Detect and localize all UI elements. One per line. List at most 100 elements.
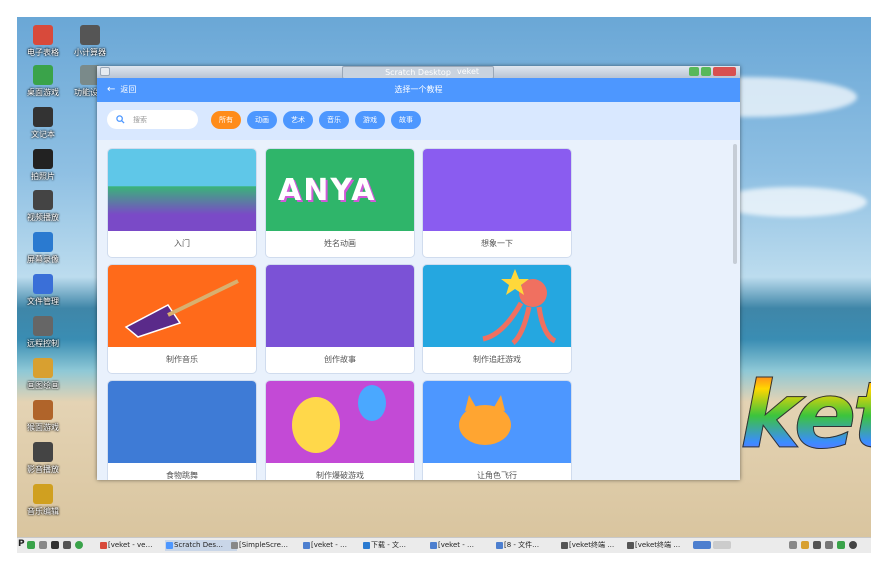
desktop-icon[interactable]: 影音播放 [17, 442, 70, 475]
tray-icon[interactable] [837, 541, 845, 549]
remote-control-icon [33, 316, 53, 336]
filter-tag[interactable]: 音乐 [319, 111, 349, 129]
window-icon [100, 542, 107, 549]
desktop-icon-label: 影音播放 [27, 465, 59, 474]
workspace-switcher[interactable] [713, 541, 731, 549]
tutorial-card[interactable]: 制作音乐 [107, 264, 257, 374]
launcher-icon[interactable] [51, 541, 59, 549]
window-icon [430, 542, 437, 549]
filter-tag[interactable]: 故事 [391, 111, 421, 129]
start-button[interactable]: P [18, 539, 25, 549]
filter-tag[interactable]: 艺术 [283, 111, 313, 129]
volume-icon[interactable] [825, 541, 833, 549]
tutorial-card[interactable]: 想象一下 [422, 148, 572, 258]
tutorial-title: 入门 [174, 238, 190, 248]
clock-icon[interactable] [849, 541, 857, 549]
app-header: ← 返回 选择一个教程 [97, 78, 740, 102]
search-icon [116, 115, 125, 124]
octopus-icon [482, 269, 557, 345]
page-title: 选择一个教程 [394, 85, 443, 94]
tutorial-thumbnail [423, 265, 571, 347]
taskbar-task[interactable]: [8 - 文件… [495, 540, 567, 551]
tutorial-card[interactable]: 制作爆破游戏 [265, 380, 415, 480]
desktop-icon[interactable]: 屏幕录像 [17, 232, 70, 265]
launcher-icon[interactable] [39, 541, 47, 549]
tutorial-title: 食物跳舞 [166, 470, 198, 480]
scrollbar-thumb[interactable] [733, 144, 737, 264]
taskbar-task[interactable]: [SimpleScre… [230, 540, 309, 551]
tutorial-card[interactable]: ANYA 姓名动画 [265, 148, 415, 258]
window-icon [231, 542, 238, 549]
tutorial-title: 让角色飞行 [477, 470, 517, 480]
battery-icon[interactable] [801, 541, 809, 549]
maximize-icon[interactable] [701, 67, 711, 76]
launcher-icon[interactable] [27, 541, 35, 549]
tutorial-title: 创作故事 [324, 354, 356, 364]
window-icon [166, 542, 173, 549]
music-editor-icon [33, 484, 53, 504]
taskbar-task-label: [veket终端 … [635, 541, 681, 549]
desktop-icon[interactable]: 文记本 [17, 107, 70, 140]
scrollbar[interactable] [733, 144, 737, 474]
filter-tag[interactable]: 动画 [247, 111, 277, 129]
taskbar-task-label: [veket - … [438, 541, 475, 549]
filter-tag[interactable]: 所有 [211, 111, 241, 129]
tutorial-card[interactable]: 制作追赶游戏 [422, 264, 572, 374]
launcher-icon[interactable] [63, 541, 71, 549]
video-player-icon [33, 190, 53, 210]
tutorial-title: 想象一下 [481, 238, 513, 248]
guitar-icon [124, 279, 239, 338]
tutorial-card[interactable]: 入门 [107, 148, 257, 258]
window-icon [363, 542, 370, 549]
media-player-icon [33, 442, 53, 462]
tutorial-title: 制作追赶游戏 [473, 354, 521, 364]
spreadsheet-icon [33, 25, 53, 45]
desktop-icon-label: 拍照片 [31, 172, 55, 181]
window-menu-icon[interactable] [100, 67, 110, 76]
taskbar-task-label: 下载 - 文… [371, 541, 406, 549]
monkey-icon [33, 400, 53, 420]
taskbar-task[interactable]: [veket - … [429, 540, 502, 551]
taskbar-task[interactable]: [veket - ve… [99, 540, 172, 551]
window-titlebar[interactable]: Scratch Desktop veket [97, 66, 740, 79]
desktop-icon-label: 视频播放 [27, 213, 59, 222]
notebook-icon [33, 107, 53, 127]
tutorial-thumbnail [423, 149, 571, 231]
tutorial-thumbnail [108, 149, 256, 231]
tutorial-card[interactable]: 食物跳舞 [107, 380, 257, 480]
desktop-icon[interactable]: 文件管理 [17, 274, 70, 307]
minimize-icon[interactable] [689, 67, 699, 76]
tutorial-title: 姓名动画 [324, 238, 356, 248]
desktop-icon-label: 音乐编辑 [27, 507, 59, 516]
tutorial-card[interactable]: 让角色飞行 [422, 380, 572, 480]
taskbar-task[interactable]: [veket终端 … [560, 540, 633, 551]
taskbar-task[interactable]: [veket终端 … [626, 540, 697, 551]
launcher-icon[interactable] [75, 541, 83, 549]
window-icon [496, 542, 503, 549]
taskbar-task[interactable]: [veket - … [302, 540, 369, 551]
window-title-right: veket [457, 67, 480, 76]
desktop-icon[interactable]: 小计算器 [63, 25, 117, 58]
taskbar-task-label: [veket - ve… [108, 541, 153, 549]
taskbar-task[interactable]: Scratch Des… [165, 540, 237, 551]
desktop-icon[interactable]: 画图绘画 [17, 358, 70, 391]
search-placeholder: 搜索 [133, 115, 147, 124]
desktop-icon[interactable]: 视频播放 [17, 190, 70, 223]
taskbar-task[interactable]: 下载 - 文… [362, 540, 436, 551]
desktop-icon-label: 猴面游戏 [27, 423, 59, 432]
filter-tag[interactable]: 游戏 [355, 111, 385, 129]
tray-icon[interactable] [789, 541, 797, 549]
workspace-switcher[interactable] [693, 541, 711, 549]
desktop-icon[interactable]: 猴面游戏 [17, 400, 70, 433]
network-icon[interactable] [813, 541, 821, 549]
anya-letters: ANYA [278, 173, 377, 208]
search-input[interactable]: 搜索 [107, 110, 198, 129]
desktop-icon[interactable]: 拍照片 [17, 149, 70, 182]
desktop-icon-label: 文件管理 [27, 297, 59, 306]
tutorial-title: 制作爆破游戏 [316, 470, 364, 480]
scratch-window: Scratch Desktop veket ← 返回 选择一个教程 搜索 所有动… [97, 66, 740, 480]
tutorial-card[interactable]: 创作故事 [265, 264, 415, 374]
close-icon[interactable] [713, 67, 736, 76]
desktop-icon[interactable]: 远程控制 [17, 316, 70, 349]
desktop-icon[interactable]: 音乐编辑 [17, 484, 70, 517]
